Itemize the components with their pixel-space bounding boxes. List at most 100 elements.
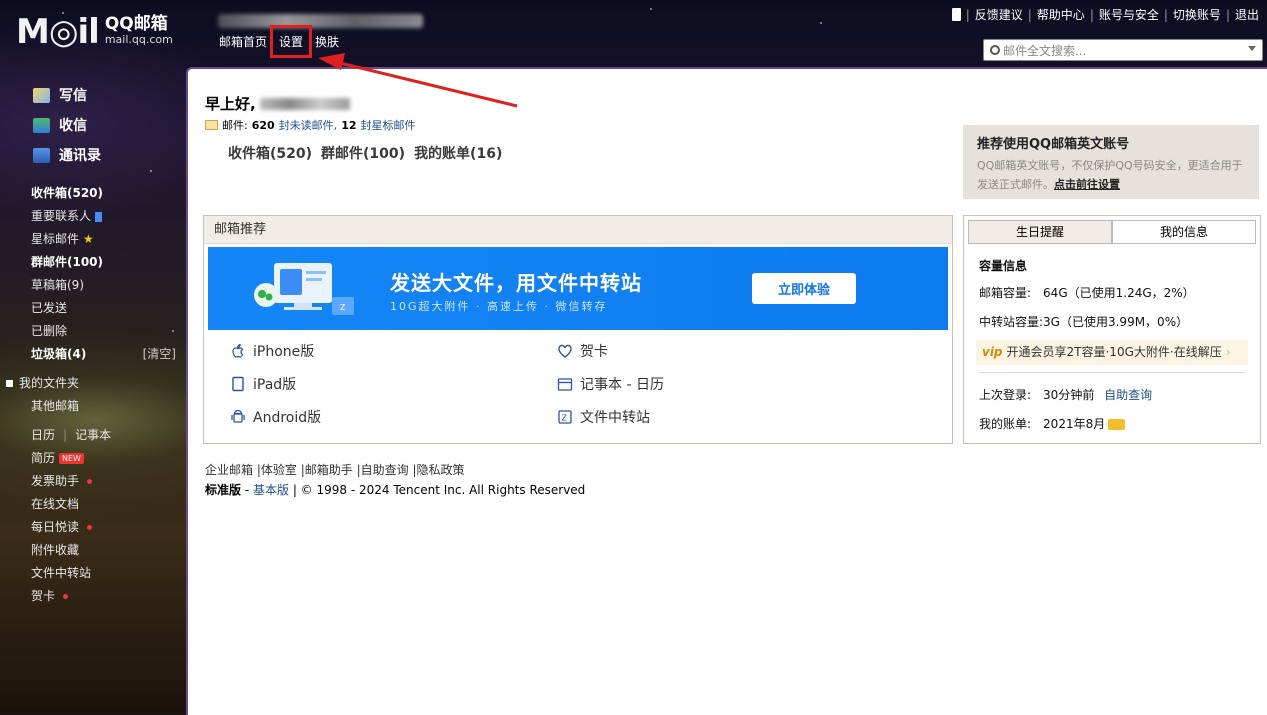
top-right-links: | 反馈建议 | 帮助中心 | 账号与安全 | 切换账号 | 退出 xyxy=(951,6,1259,23)
starred-link[interactable]: 封星标邮件 xyxy=(361,117,416,133)
footer-lab[interactable]: 体验室 xyxy=(261,463,297,477)
transfer-capacity-label: 中转站容量: xyxy=(979,315,1044,329)
footer-self-query[interactable]: 自助查询 xyxy=(361,463,409,477)
tool-greeting-card[interactable]: 贺卡 xyxy=(0,585,186,608)
folder-sent[interactable]: 已发送 xyxy=(0,297,186,320)
banner-subtitle: 10G超大附件 · 高速上传 · 微信转存 xyxy=(390,300,608,313)
logo-en: mail.qq.com xyxy=(104,33,173,46)
nav-mail-home[interactable]: 邮箱首页 xyxy=(216,31,270,52)
folder-label: 垃圾箱(4) xyxy=(31,347,87,361)
tool-file-transfer[interactable]: 文件中转站 xyxy=(0,562,186,585)
folder-starred[interactable]: 星标邮件 ★ xyxy=(0,228,186,251)
mail-label: 邮件: xyxy=(222,119,248,132)
expand-icon[interactable] xyxy=(6,380,13,387)
tool-label: 发票助手 xyxy=(31,474,80,488)
version-basic-link[interactable]: 基本版 xyxy=(253,483,289,497)
footer-privacy[interactable]: 隐私政策 xyxy=(417,463,465,477)
notebook-link[interactable]: 记事本 xyxy=(75,424,111,447)
feedback-link[interactable]: 反馈建议 xyxy=(975,6,1023,23)
footer-mail-assistant[interactable]: 邮箱助手 xyxy=(305,463,353,477)
mailbox-recommend: 邮箱推荐 Z 发送大文件，用文件中转站 10G超大附件 · 高速上传 · 微信转… xyxy=(203,215,953,444)
compose-button[interactable]: 写信 xyxy=(0,80,186,110)
capacity-title: 容量信息 xyxy=(979,259,1028,273)
quick-inbox[interactable]: 收件箱(520) xyxy=(228,143,312,163)
account-security-link[interactable]: 账号与安全 xyxy=(1099,6,1159,23)
receive-button[interactable]: 收信 xyxy=(0,110,186,140)
user-name-blurred xyxy=(259,97,350,110)
folder-inbox[interactable]: 收件箱(520) xyxy=(0,182,186,205)
help-link[interactable]: 帮助中心 xyxy=(1037,6,1085,23)
search-input[interactable]: 邮件全文搜索... xyxy=(983,39,1263,61)
app-ipad[interactable]: iPad版 xyxy=(230,374,296,394)
banner-title: 发送大文件，用文件中转站 xyxy=(390,271,642,295)
unread-link[interactable]: 封未读邮件, xyxy=(279,117,338,133)
file-transfer-icon: Z xyxy=(558,410,572,424)
logo[interactable]: M◎il QQ邮箱 mail.qq.com xyxy=(16,14,173,50)
folder-label: 星标邮件 xyxy=(31,232,80,246)
app-notebook-calendar[interactable]: 记事本 - 日历 xyxy=(557,374,664,394)
switch-account-link[interactable]: 切换账号 xyxy=(1173,6,1221,23)
try-now-button[interactable]: 立即体验 xyxy=(752,273,856,304)
info-tabs: 生日提醒 我的信息 xyxy=(968,220,1256,244)
separator: | xyxy=(1163,7,1168,22)
greeting: 早上好, xyxy=(205,93,350,114)
tool-label: 每日悦读 xyxy=(31,520,80,534)
phone-icon[interactable] xyxy=(951,8,961,21)
folder-drafts[interactable]: 草稿箱(9) xyxy=(0,274,186,297)
apple-icon xyxy=(232,343,244,358)
bill-value[interactable]: 2021年8月 xyxy=(1043,417,1105,431)
tool-resume[interactable]: 简历 NEW xyxy=(0,447,186,470)
folder-spam[interactable]: 垃圾箱(4) [清空] xyxy=(0,343,186,366)
recommend-header: 邮箱推荐 xyxy=(204,216,952,244)
contacts-button[interactable]: 通讯录 xyxy=(0,140,186,170)
nav-skin[interactable]: 换肤 xyxy=(312,31,342,52)
tab-my-info[interactable]: 我的信息 xyxy=(1112,220,1256,243)
separator: | xyxy=(965,7,970,22)
tool-invoice[interactable]: 发票助手 xyxy=(0,470,186,493)
chevron-down-icon[interactable] xyxy=(1248,46,1256,51)
my-folders[interactable]: 我的文件夹 xyxy=(0,372,186,395)
my-folders-label: 我的文件夹 xyxy=(19,376,80,390)
mail-capacity-value: 64G（已使用1.24G，2%） xyxy=(1043,286,1195,300)
footer: 企业邮箱 |体验室 |邮箱助手 |自助查询 |隐私政策 标准版 - 基本版 | … xyxy=(205,460,585,500)
bill-card-icon[interactable] xyxy=(1108,419,1126,430)
separator: | xyxy=(1089,7,1094,22)
compose-label: 写信 xyxy=(59,88,87,104)
file-transfer-banner[interactable]: Z 发送大文件，用文件中转站 10G超大附件 · 高速上传 · 微信转存 立即体… xyxy=(208,247,948,330)
calendar-icon xyxy=(557,378,573,391)
contacts-icon xyxy=(33,147,50,163)
logo-mark: M◎il xyxy=(16,12,100,52)
quick-group-mail[interactable]: 群邮件(100) xyxy=(321,143,405,163)
other-mailboxes[interactable]: 其他邮箱 xyxy=(0,395,186,418)
vip-promo[interactable]: vip 开通会员享2T容量·10G大附件·在线解压 › xyxy=(976,340,1248,365)
inbox-download-icon xyxy=(33,117,50,133)
tablet-icon xyxy=(232,376,244,392)
write-icon xyxy=(33,87,50,103)
app-android[interactable]: Android版 xyxy=(230,407,321,427)
tool-online-docs[interactable]: 在线文档 xyxy=(0,493,186,516)
tool-attachment-favorites[interactable]: 附件收藏 xyxy=(0,539,186,562)
app-label: iPhone版 xyxy=(253,344,315,360)
receive-label: 收信 xyxy=(59,118,87,134)
tool-daily-reading[interactable]: 每日悦读 xyxy=(0,516,186,539)
promo-settings-link[interactable]: 点击前往设置 xyxy=(1054,178,1120,191)
calendar-link[interactable]: 日历 xyxy=(31,424,55,447)
app-label: 贺卡 xyxy=(580,344,608,360)
app-greeting-card[interactable]: 贺卡 xyxy=(557,341,608,361)
mail-capacity-label: 邮箱容量: xyxy=(979,286,1032,300)
app-iphone[interactable]: iPhone版 xyxy=(230,341,314,361)
nav-settings[interactable]: 设置 xyxy=(270,25,313,58)
quick-bills[interactable]: 我的账单(16) xyxy=(414,143,502,163)
folder-group-mail[interactable]: 群邮件(100) xyxy=(0,251,186,274)
folder-important-contacts[interactable]: 重要联系人 xyxy=(0,205,186,228)
tab-birthday-reminder[interactable]: 生日提醒 xyxy=(968,220,1112,243)
folder-deleted[interactable]: 已删除 xyxy=(0,320,186,343)
last-login-row: 上次登录: 30分钟前 自助查询 xyxy=(979,381,1245,410)
logout-link[interactable]: 退出 xyxy=(1235,6,1259,23)
my-info-content: 容量信息 邮箱容量: 64G（已使用1.24G，2%） 中转站容量:3G（已使用3… xyxy=(964,244,1260,449)
self-query-link[interactable]: 自助查询 xyxy=(1104,388,1152,402)
app-file-transfer[interactable]: Z 文件中转站 xyxy=(557,407,650,427)
footer-enterprise-mail[interactable]: 企业邮箱 xyxy=(205,463,253,477)
clear-spam-button[interactable]: [清空] xyxy=(143,343,176,366)
promo-title: 推荐使用QQ邮箱英文账号 xyxy=(977,137,1130,152)
